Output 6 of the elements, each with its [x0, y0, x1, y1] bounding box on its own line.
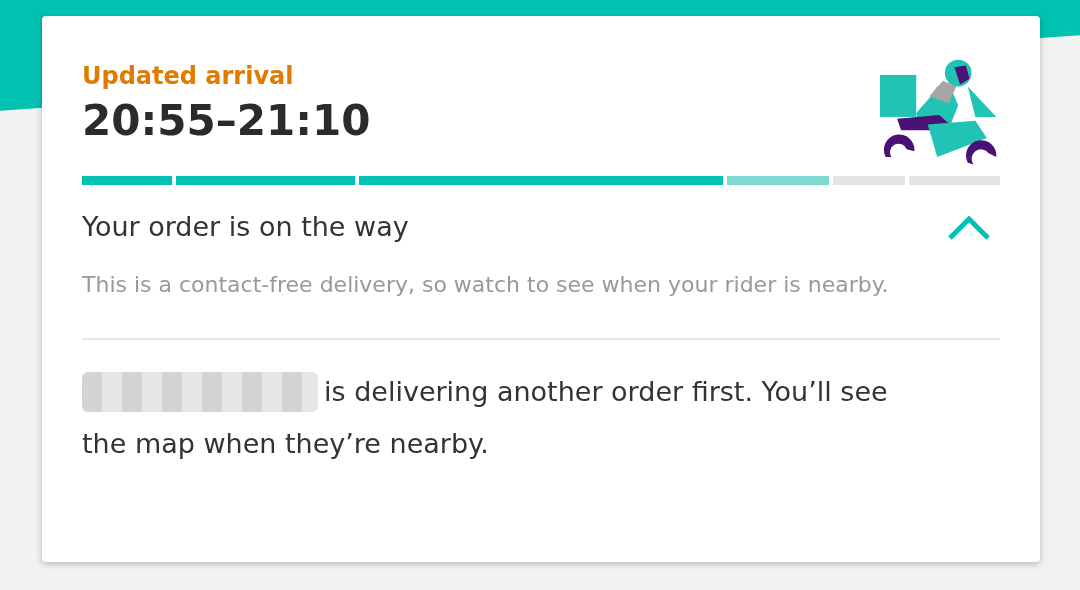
arrival-label: Updated arrival [82, 62, 295, 90]
status-title: Your order is on the way [82, 211, 409, 242]
rider-message: is delivering another order first. You’ll see [324, 375, 888, 409]
status-detail: This is a contact-free delivery, so watch to see when your rider is nearby. [82, 271, 890, 299]
arrival-time: 20:55–21:10 [82, 96, 371, 145]
rider-message: the map when they’re nearby. [82, 427, 489, 461]
